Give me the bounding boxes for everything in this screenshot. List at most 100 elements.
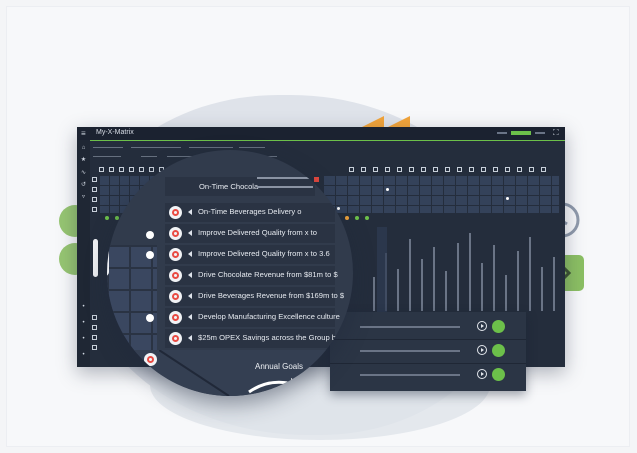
chart-bar — [409, 239, 411, 311]
goal-label: On-Time Beverages Delivery o — [198, 207, 302, 216]
play-icon[interactable] — [477, 369, 487, 379]
play-icon[interactable] — [477, 345, 487, 355]
collapse-arrow-icon[interactable] — [188, 251, 192, 257]
status-dot — [345, 216, 349, 220]
dot-icon[interactable]: • — [80, 320, 87, 327]
menu-icon[interactable]: ≡ — [81, 129, 86, 138]
chart-icon[interactable]: ∿ — [80, 170, 87, 177]
target-icon — [169, 269, 182, 282]
checkbox[interactable] — [433, 167, 438, 172]
checkbox[interactable] — [409, 167, 414, 172]
checkbox[interactable] — [129, 167, 134, 172]
collapse-arrow-icon[interactable] — [188, 293, 192, 299]
checkbox[interactable] — [529, 167, 534, 172]
goal-row[interactable]: $25m OPEX Savings across the Group by e — [165, 329, 346, 348]
filter-icon[interactable]: ▿ — [80, 194, 87, 201]
target-icon — [124, 353, 137, 366]
checkbox[interactable] — [397, 167, 402, 172]
dot-icon[interactable]: • — [80, 304, 87, 311]
checkbox[interactable] — [119, 167, 124, 172]
checkbox[interactable] — [92, 345, 97, 350]
chart-bar — [433, 247, 435, 311]
chart-bar — [505, 275, 507, 311]
window-control[interactable] — [535, 132, 545, 134]
checkbox[interactable] — [421, 167, 426, 172]
collapse-arrow-icon[interactable] — [149, 372, 153, 378]
checkbox[interactable] — [385, 167, 390, 172]
goal-row[interactable]: Drive Beverages Revenue from $169m to $ — [165, 287, 344, 306]
column-highlight — [377, 227, 387, 317]
app-title: My-X-Matrix — [96, 129, 134, 136]
rotated-label: Ac — [134, 388, 143, 396]
goal-action-row — [330, 339, 526, 364]
goal-row[interactable]: Develop Manufacturing Excellence culture — [165, 308, 340, 327]
dot-icon[interactable]: • — [80, 336, 87, 343]
magnified-scrollbar[interactable] — [107, 236, 109, 276]
collapse-arrow-icon[interactable] — [188, 230, 192, 236]
checkbox[interactable] — [92, 207, 97, 212]
checkbox[interactable] — [469, 167, 474, 172]
goal-row[interactable]: Improve Delivered Quality from x to 3.6 — [165, 245, 335, 264]
status-dot — [105, 216, 109, 220]
status-green-button[interactable] — [492, 344, 505, 357]
checkbox[interactable] — [517, 167, 522, 172]
checkbox[interactable] — [149, 167, 154, 172]
matrix-grid-right — [323, 175, 559, 213]
collapse-arrow-icon[interactable] — [188, 314, 192, 320]
checkbox[interactable] — [349, 167, 354, 172]
chart-bar — [553, 257, 555, 311]
checkbox[interactable] — [481, 167, 486, 172]
window-control-active[interactable] — [511, 131, 531, 135]
checkbox[interactable] — [92, 177, 97, 182]
home-icon[interactable]: ⌂ — [80, 145, 87, 152]
expand-icon[interactable]: ⛶ — [553, 128, 559, 138]
checkbox[interactable] — [109, 167, 114, 172]
chart-bar — [397, 269, 399, 311]
annual-goals-panel — [330, 312, 526, 391]
status-green-button[interactable] — [492, 368, 505, 381]
checkbox[interactable] — [99, 167, 104, 172]
magnified-dot — [146, 231, 154, 239]
magnified-dot — [146, 251, 154, 259]
annual-goals-label: Annual Goals — [255, 362, 304, 371]
collapse-arrow-icon[interactable] — [188, 335, 192, 341]
checkbox[interactable] — [92, 197, 97, 202]
checkbox[interactable] — [457, 167, 462, 172]
vertical-scrollbar[interactable] — [93, 239, 98, 277]
status-green-button[interactable] — [492, 320, 505, 333]
star-icon[interactable]: ★ — [80, 157, 87, 164]
checkbox[interactable] — [361, 167, 366, 172]
goal-label: Drive Chocolate Revenue from $81m to $ — [198, 270, 338, 279]
checkbox[interactable] — [541, 167, 546, 172]
collapse-arrow-icon[interactable] — [188, 272, 192, 278]
magnified-grid — [107, 245, 157, 355]
curved-arrow-icon — [248, 378, 301, 394]
goal-row[interactable]: Drive Chocolate Revenue from $81m to $ — [165, 266, 338, 285]
dot-icon[interactable]: • — [80, 352, 87, 359]
checkbox[interactable] — [92, 335, 97, 340]
sidebar: ⌂ ★ ∿ ↺ ▿ • • • • — [77, 140, 90, 367]
play-icon[interactable] — [477, 321, 487, 331]
goal-slider[interactable] — [257, 177, 313, 179]
checkbox[interactable] — [92, 187, 97, 192]
menu-line — [93, 147, 123, 148]
goal-row[interactable]: On-Time Beverages Delivery o — [165, 203, 335, 222]
checkbox[interactable] — [493, 167, 498, 172]
collapse-arrow-icon[interactable] — [188, 209, 192, 215]
checkbox[interactable] — [139, 167, 144, 172]
checkbox[interactable] — [505, 167, 510, 172]
undo-icon[interactable]: ↺ — [80, 182, 87, 189]
goal-label: Improve Delivered Quality from x to 3.6 — [198, 249, 330, 258]
header-divider — [90, 140, 565, 141]
window-control[interactable] — [497, 132, 507, 134]
goal-slider[interactable] — [257, 186, 313, 188]
checkbox[interactable] — [445, 167, 450, 172]
checkbox[interactable] — [92, 315, 97, 320]
goal-row[interactable]: Improve Delivered Quality from x to — [165, 224, 335, 243]
checkbox[interactable] — [373, 167, 378, 172]
menu-line — [239, 147, 265, 148]
title-bar: ≡ My-X-Matrix ⛶ — [77, 127, 565, 140]
matrix-dot — [386, 188, 389, 191]
checkbox[interactable] — [92, 325, 97, 330]
goal-label: Develop Manufacturing Excellence culture — [198, 312, 340, 321]
